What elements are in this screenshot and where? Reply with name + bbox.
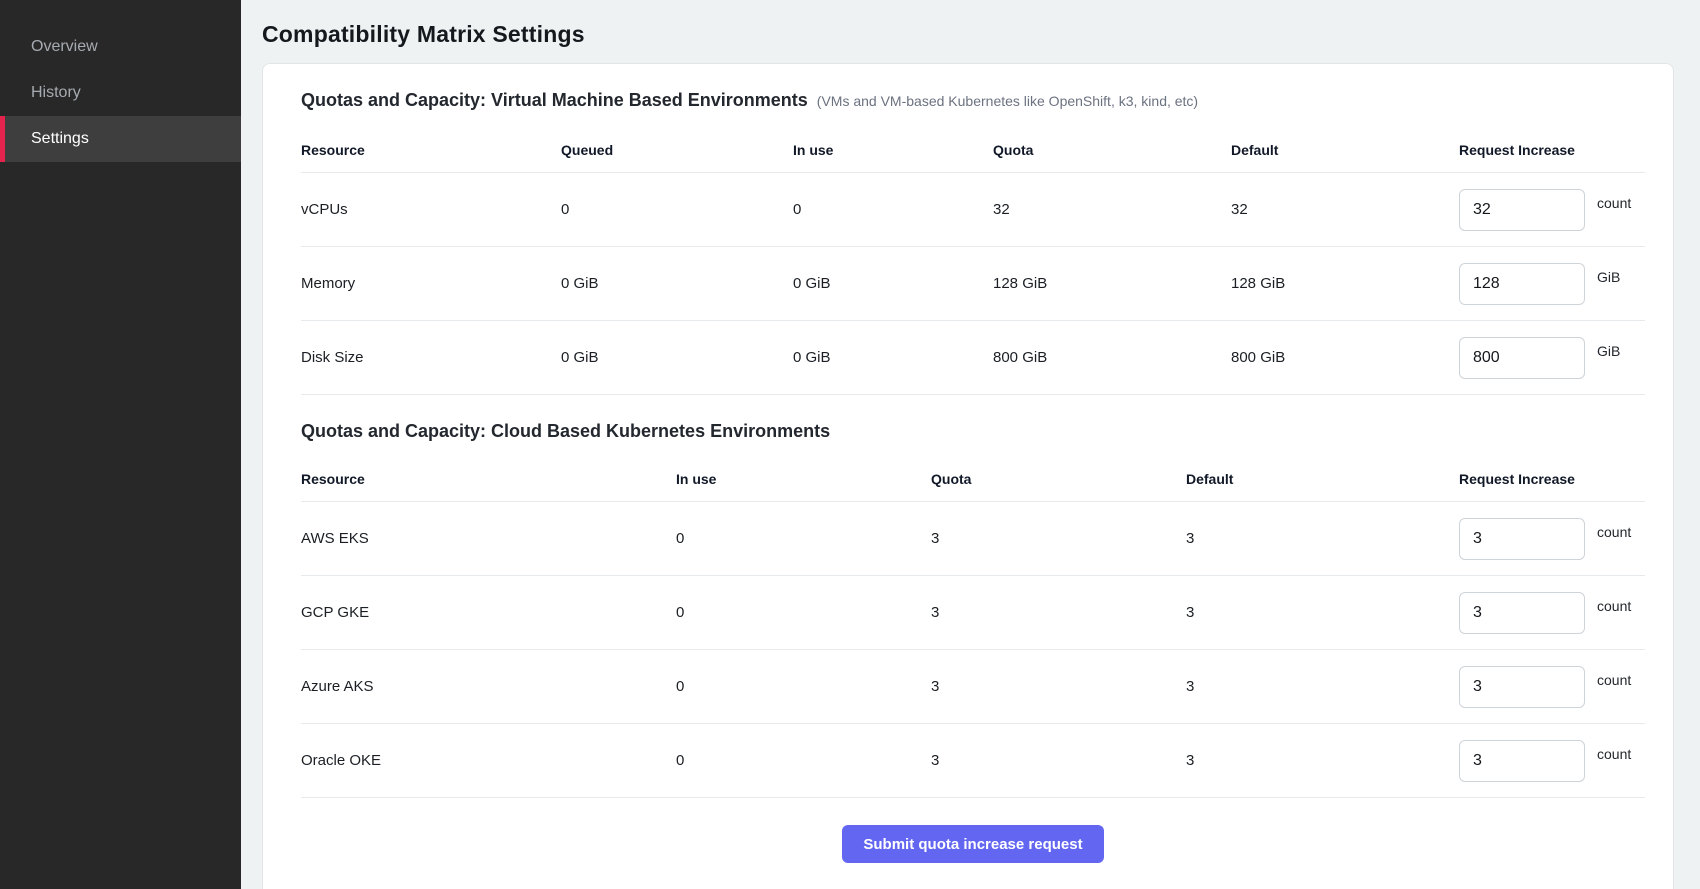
- sidebar-item-history[interactable]: History: [0, 70, 241, 116]
- cell-in-use: 0: [676, 530, 931, 547]
- column-header-queued: Queued: [561, 142, 793, 158]
- column-header-in-use: In use: [793, 142, 993, 158]
- cell-request-increase: GiB: [1459, 337, 1645, 379]
- sidebar-item-label: Settings: [31, 130, 89, 148]
- cell-queued: 0 GiB: [561, 349, 793, 366]
- unit-label: GiB: [1597, 269, 1620, 285]
- k8s-table-header-row: Resource In use Quota Default Request In…: [301, 456, 1645, 502]
- cell-quota: 3: [931, 752, 1186, 769]
- request-increase-input[interactable]: [1459, 666, 1585, 708]
- cell-default: 128 GiB: [1231, 275, 1459, 292]
- k8s-quota-table: Resource In use Quota Default Request In…: [301, 456, 1645, 798]
- column-header-default: Default: [1231, 142, 1459, 158]
- k8s-section-title: Quotas and Capacity: Cloud Based Kuberne…: [301, 421, 830, 442]
- submit-row: Submit quota increase request: [301, 798, 1645, 883]
- vm-section-header: Quotas and Capacity: Virtual Machine Bas…: [301, 90, 1645, 111]
- table-row-oracle-oke: Oracle OKE 0 3 3 count: [301, 724, 1645, 798]
- column-header-request-increase: Request Increase: [1459, 471, 1645, 487]
- sidebar-item-overview[interactable]: Overview: [0, 24, 241, 70]
- cell-queued: 0: [561, 201, 793, 218]
- cell-queued: 0 GiB: [561, 275, 793, 292]
- active-indicator: [0, 116, 5, 162]
- cell-resource: Disk Size: [301, 349, 561, 366]
- cell-in-use: 0 GiB: [793, 349, 993, 366]
- cell-quota: 128 GiB: [993, 275, 1231, 292]
- cell-quota: 3: [931, 530, 1186, 547]
- cell-request-increase: count: [1459, 666, 1645, 708]
- cell-default: 3: [1186, 530, 1459, 547]
- column-header-default: Default: [1186, 471, 1459, 487]
- column-header-resource: Resource: [301, 471, 676, 487]
- request-increase-input[interactable]: [1459, 337, 1585, 379]
- cell-default: 3: [1186, 678, 1459, 695]
- cell-request-increase: count: [1459, 518, 1645, 560]
- vm-section-subtitle: (VMs and VM-based Kubernetes like OpenSh…: [817, 93, 1198, 109]
- cell-quota: 32: [993, 201, 1231, 218]
- request-increase-input[interactable]: [1459, 189, 1585, 231]
- cell-quota: 800 GiB: [993, 349, 1231, 366]
- unit-label: count: [1597, 524, 1631, 540]
- sidebar-item-label: Overview: [31, 38, 98, 56]
- column-header-quota: Quota: [931, 471, 1186, 487]
- cell-resource: AWS EKS: [301, 530, 676, 547]
- settings-card: Quotas and Capacity: Virtual Machine Bas…: [262, 63, 1674, 889]
- main-content: Compatibility Matrix Settings Quotas and…: [241, 0, 1700, 889]
- table-row-disk-size: Disk Size 0 GiB 0 GiB 800 GiB 800 GiB Gi…: [301, 321, 1645, 395]
- unit-label: GiB: [1597, 343, 1620, 359]
- cell-in-use: 0: [793, 201, 993, 218]
- cell-request-increase: count: [1459, 189, 1645, 231]
- vm-quota-table: Resource Queued In use Quota Default Req…: [301, 127, 1645, 395]
- unit-label: count: [1597, 195, 1631, 211]
- k8s-section-header: Quotas and Capacity: Cloud Based Kuberne…: [301, 421, 1645, 442]
- cell-in-use: 0: [676, 604, 931, 621]
- unit-label: count: [1597, 672, 1631, 688]
- request-increase-input[interactable]: [1459, 592, 1585, 634]
- unit-label: count: [1597, 598, 1631, 614]
- table-row-vcpus: vCPUs 0 0 32 32 count: [301, 173, 1645, 247]
- table-row-memory: Memory 0 GiB 0 GiB 128 GiB 128 GiB GiB: [301, 247, 1645, 321]
- cell-default: 3: [1186, 604, 1459, 621]
- vm-section-title: Quotas and Capacity: Virtual Machine Bas…: [301, 90, 808, 111]
- submit-quota-increase-button[interactable]: Submit quota increase request: [842, 825, 1103, 863]
- cell-resource: Azure AKS: [301, 678, 676, 695]
- table-row-aws-eks: AWS EKS 0 3 3 count: [301, 502, 1645, 576]
- cell-default: 32: [1231, 201, 1459, 218]
- cell-request-increase: count: [1459, 592, 1645, 634]
- table-row-azure-aks: Azure AKS 0 3 3 count: [301, 650, 1645, 724]
- cell-resource: GCP GKE: [301, 604, 676, 621]
- cell-resource: vCPUs: [301, 201, 561, 218]
- column-header-in-use: In use: [676, 471, 931, 487]
- column-header-quota: Quota: [993, 142, 1231, 158]
- table-row-gcp-gke: GCP GKE 0 3 3 count: [301, 576, 1645, 650]
- column-header-resource: Resource: [301, 142, 561, 158]
- cell-quota: 3: [931, 604, 1186, 621]
- cell-in-use: 0: [676, 678, 931, 695]
- unit-label: count: [1597, 746, 1631, 762]
- request-increase-input[interactable]: [1459, 740, 1585, 782]
- cell-resource: Oracle OKE: [301, 752, 676, 769]
- cell-in-use: 0 GiB: [793, 275, 993, 292]
- sidebar: Overview History Settings: [0, 0, 241, 889]
- cell-in-use: 0: [676, 752, 931, 769]
- sidebar-item-label: History: [31, 84, 81, 102]
- cell-request-increase: GiB: [1459, 263, 1645, 305]
- cell-resource: Memory: [301, 275, 561, 292]
- request-increase-input[interactable]: [1459, 518, 1585, 560]
- column-header-request-increase: Request Increase: [1459, 142, 1645, 158]
- request-increase-input[interactable]: [1459, 263, 1585, 305]
- cell-request-increase: count: [1459, 740, 1645, 782]
- cell-default: 800 GiB: [1231, 349, 1459, 366]
- cell-quota: 3: [931, 678, 1186, 695]
- sidebar-item-settings[interactable]: Settings: [0, 116, 241, 162]
- vm-table-header-row: Resource Queued In use Quota Default Req…: [301, 127, 1645, 173]
- cell-default: 3: [1186, 752, 1459, 769]
- page-title: Compatibility Matrix Settings: [262, 21, 1674, 48]
